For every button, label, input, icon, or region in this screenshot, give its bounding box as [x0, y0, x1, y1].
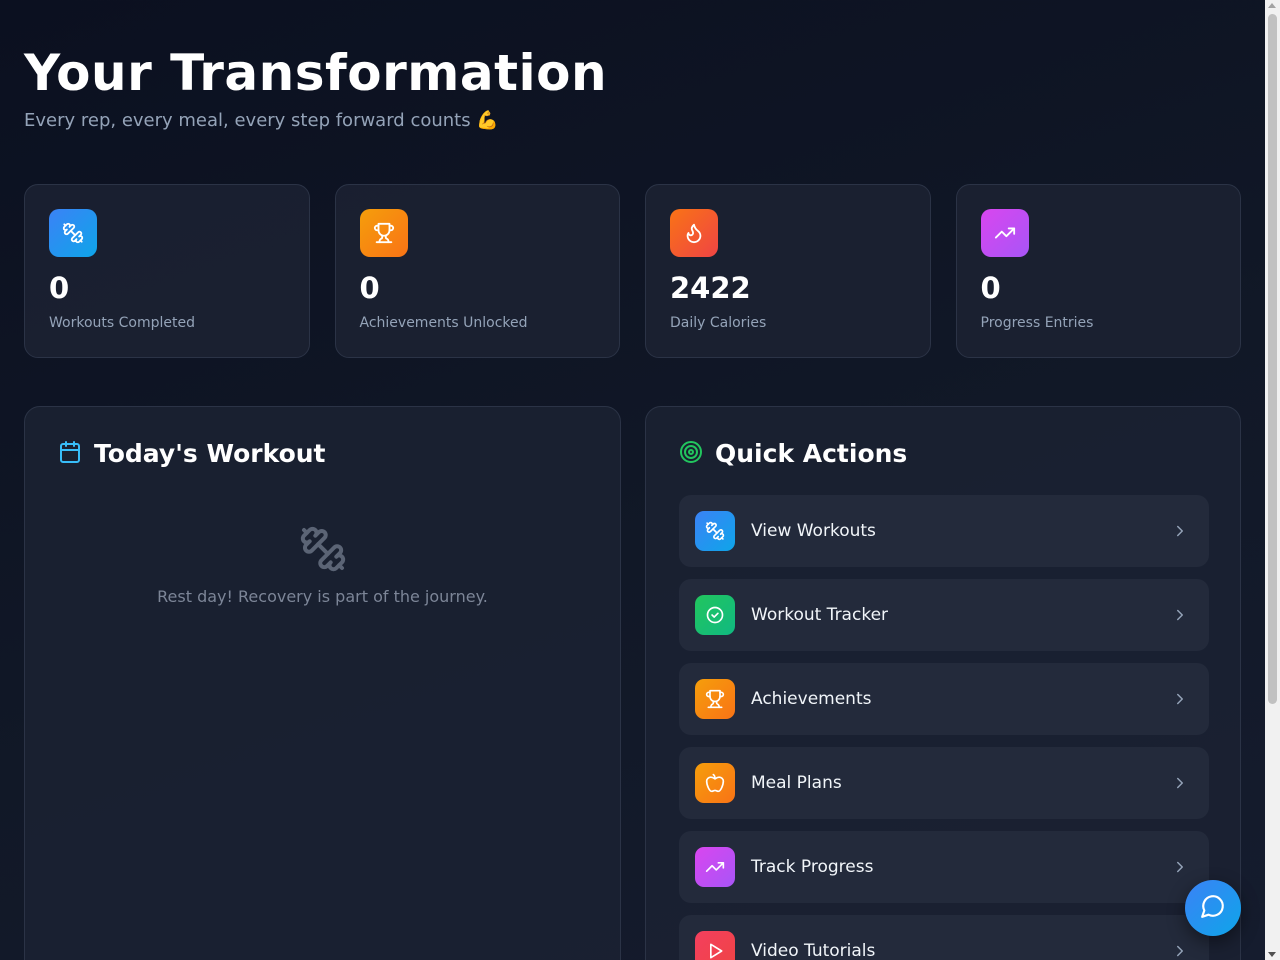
chat-bubble-icon	[1200, 893, 1226, 923]
quick-action-meal-plans[interactable]: Meal Plans	[679, 747, 1209, 819]
quick-action-workout-tracker[interactable]: Workout Tracker	[679, 579, 1209, 651]
flame-icon	[670, 209, 718, 257]
quick-actions-list: View Workouts Workout Tracker Achievemen…	[679, 495, 1209, 960]
target-icon	[679, 440, 703, 468]
trending-up-icon	[695, 847, 735, 887]
quick-actions-header: Quick Actions	[679, 439, 907, 468]
chat-button[interactable]	[1185, 880, 1241, 936]
play-icon	[695, 931, 735, 960]
scrollbar-thumb[interactable]	[1268, 14, 1277, 704]
stat-label: Achievements Unlocked	[359, 315, 528, 331]
chevron-right-icon	[1171, 606, 1189, 628]
dashboard-page: Your Transformation Every rep, every mea…	[0, 0, 1265, 960]
quick-action-track-progress[interactable]: Track Progress	[679, 831, 1209, 903]
empty-state: Rest day! Recovery is part of the journe…	[25, 525, 620, 606]
apple-icon	[695, 763, 735, 803]
quick-action-label: Track Progress	[751, 857, 874, 877]
quick-action-achievements[interactable]: Achievements	[679, 663, 1209, 735]
stat-label: Workouts Completed	[49, 315, 195, 331]
stats-row: 0 Workouts Completed 0 Achievements Unlo…	[24, 184, 1241, 358]
todays-workout-header: Today's Workout	[58, 439, 326, 468]
chevron-right-icon	[1171, 942, 1189, 960]
dumbbell-icon	[49, 209, 97, 257]
dumbbell-icon	[695, 511, 735, 551]
panel-title: Quick Actions	[715, 439, 908, 468]
check-circle-icon	[695, 595, 735, 635]
scroll-up-arrow-icon[interactable]	[1268, 3, 1276, 8]
stat-card-workouts: 0 Workouts Completed	[24, 184, 310, 358]
quick-action-view-workouts[interactable]: View Workouts	[679, 495, 1209, 567]
chevron-right-icon	[1171, 774, 1189, 796]
trophy-icon	[695, 679, 735, 719]
stat-label: Daily Calories	[670, 315, 767, 331]
quick-action-label: View Workouts	[751, 521, 876, 541]
page-title: Your Transformation	[24, 44, 608, 102]
quick-action-label: Meal Plans	[751, 773, 842, 793]
quick-action-video-tutorials[interactable]: Video Tutorials	[679, 915, 1209, 960]
vertical-scrollbar[interactable]	[1265, 0, 1280, 960]
quick-action-label: Achievements	[751, 689, 872, 709]
quick-actions-panel: Quick Actions View Workouts Workout Trac…	[645, 406, 1241, 960]
stat-label: Progress Entries	[980, 315, 1094, 331]
todays-workout-panel: Today's Workout Rest day! Recovery is pa…	[24, 406, 621, 960]
calendar-icon	[58, 440, 82, 468]
page-subtitle: Every rep, every meal, every step forwar…	[24, 110, 499, 131]
quick-action-label: Video Tutorials	[751, 941, 876, 960]
dumbbell-icon	[299, 525, 347, 577]
stat-card-achievements: 0 Achievements Unlocked	[334, 184, 620, 358]
quick-action-label: Workout Tracker	[751, 605, 889, 625]
panel-title: Today's Workout	[94, 439, 326, 468]
stat-card-progress: 0 Progress Entries	[955, 184, 1241, 358]
stat-value: 2422	[670, 271, 751, 305]
empty-message: Rest day! Recovery is part of the journe…	[157, 587, 488, 606]
stat-card-calories: 2422 Daily Calories	[645, 184, 931, 358]
chevron-right-icon	[1171, 858, 1189, 880]
chevron-right-icon	[1171, 690, 1189, 712]
trending-up-icon	[980, 209, 1029, 257]
stat-value: 0	[49, 271, 70, 305]
trophy-icon	[359, 209, 408, 257]
stat-value: 0	[359, 271, 380, 305]
stat-value: 0	[980, 271, 1001, 305]
scroll-down-arrow-icon[interactable]	[1268, 952, 1276, 957]
chevron-right-icon	[1171, 522, 1189, 544]
